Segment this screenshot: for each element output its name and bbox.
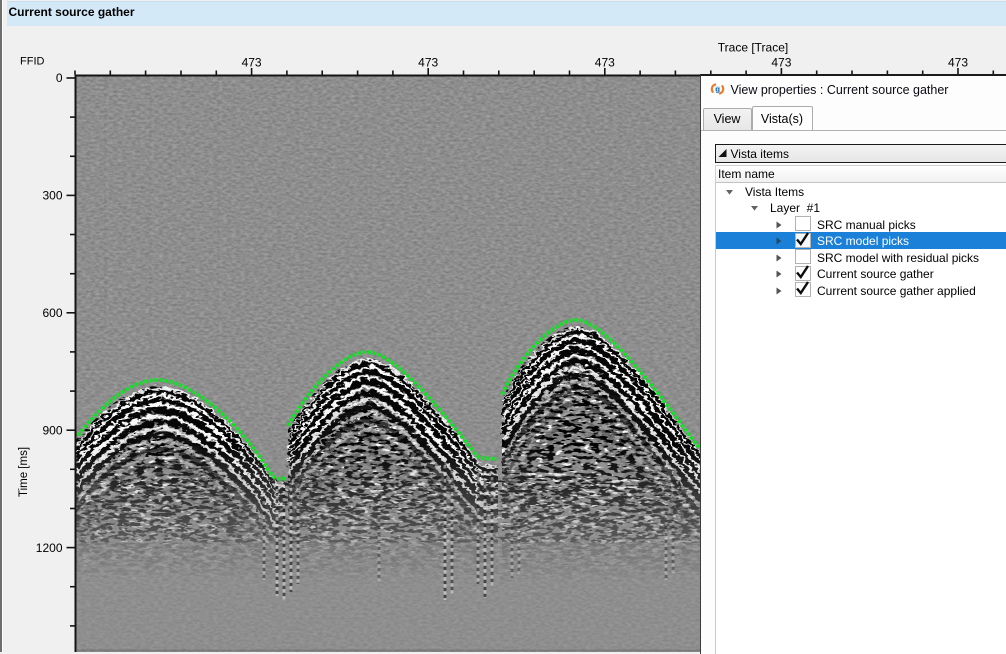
svg-text:473: 473 (948, 56, 968, 70)
svg-text:0: 0 (56, 71, 63, 85)
svg-text:Time [ms]: Time [ms] (18, 447, 30, 497)
svg-text:473: 473 (595, 56, 615, 70)
svg-text:600: 600 (42, 306, 62, 320)
svg-text:300: 300 (42, 189, 62, 203)
svg-text:900: 900 (42, 423, 62, 437)
svg-text:473: 473 (242, 56, 262, 70)
svg-text:1200: 1200 (36, 541, 63, 555)
svg-text:g: g (715, 84, 720, 93)
svg-text:473: 473 (418, 56, 438, 70)
svg-text:Trace [Trace]: Trace [Trace] (718, 40, 788, 54)
svg-text:FFID: FFID (20, 55, 44, 67)
svg-text:473: 473 (771, 56, 791, 70)
